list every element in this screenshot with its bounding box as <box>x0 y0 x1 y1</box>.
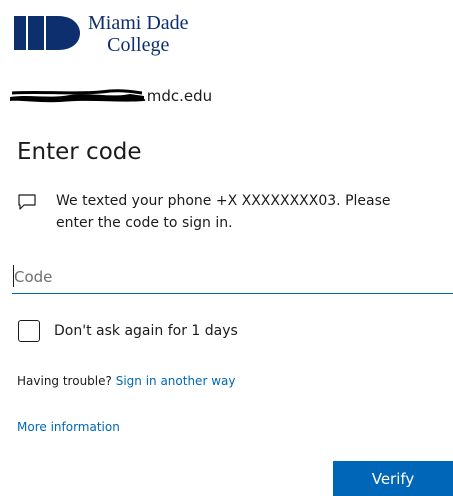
page-title: Enter code <box>17 139 142 165</box>
trouble-section: Having trouble? Sign in another way <box>17 372 235 390</box>
remember-checkbox[interactable] <box>18 320 40 342</box>
sms-message-text: We texted your phone +X XXXXXXXX03. Plea… <box>56 193 391 231</box>
logo-wordmark: Miami Dade College <box>88 12 189 56</box>
account-email: .mdc.edu <box>142 87 213 105</box>
sign-in-another-way-link[interactable]: Sign in another way <box>116 374 236 388</box>
logo-line-1: Miami Dade <box>88 12 189 34</box>
mdc-logo-mark-icon <box>14 16 80 50</box>
redaction-scribble <box>10 89 144 103</box>
logo-line-2: College <box>107 34 170 56</box>
college-logo: Miami Dade College <box>14 12 214 62</box>
text-caret <box>13 265 14 287</box>
verify-button[interactable]: Verify <box>333 461 453 496</box>
remember-label[interactable]: Don't ask again for 1 days <box>54 321 238 341</box>
account-identity: .mdc.edu <box>10 86 250 108</box>
more-information-link[interactable]: More information <box>17 418 120 436</box>
trouble-text: Having trouble? <box>17 374 112 388</box>
chat-message-icon <box>18 194 36 210</box>
code-input[interactable] <box>12 260 453 294</box>
